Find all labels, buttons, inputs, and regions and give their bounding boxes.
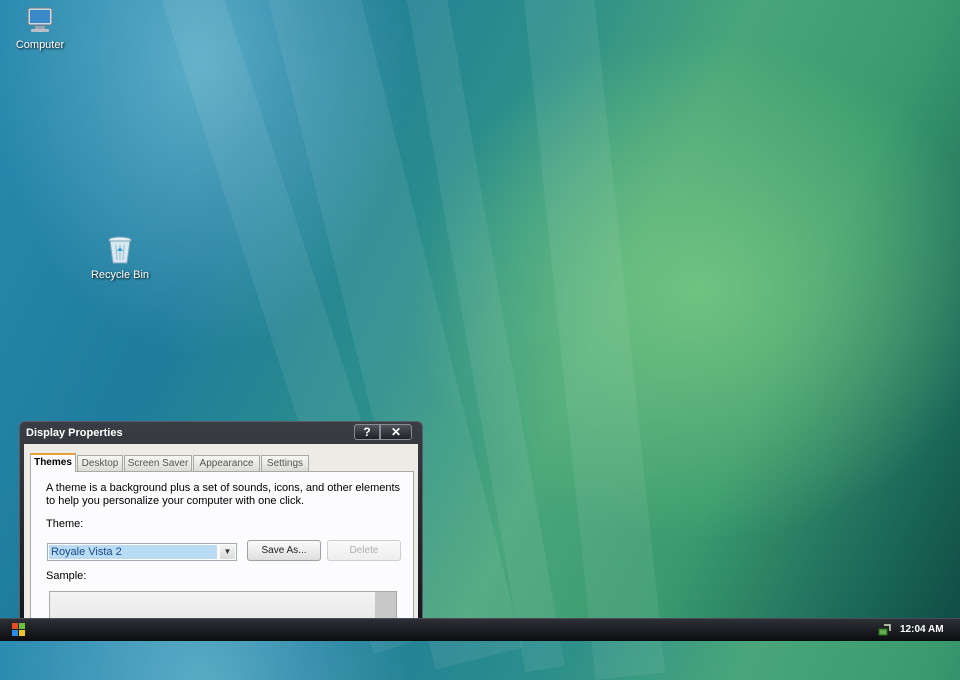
- desktop-icon-label: Recycle Bin: [90, 269, 150, 281]
- display-properties-window: Display Properties ? ✕ Themes Desktop Sc…: [19, 421, 423, 631]
- start-button[interactable]: [12, 623, 26, 637]
- delete-button[interactable]: Delete: [327, 540, 401, 561]
- window-title: Display Properties: [26, 427, 123, 439]
- windows-logo-icon: [12, 623, 25, 636]
- sample-label: Sample:: [46, 570, 87, 582]
- network-tray-icon[interactable]: [878, 623, 892, 637]
- close-button[interactable]: ✕: [380, 424, 412, 440]
- desktop-icon-computer[interactable]: Computer: [0, 4, 85, 51]
- taskbar: 12:04 AM: [0, 618, 960, 641]
- title-bar[interactable]: Display Properties ? ✕: [20, 422, 422, 444]
- theme-dropdown-value: Royale Vista 2: [49, 545, 217, 559]
- tab-screen-saver[interactable]: Screen Saver: [124, 455, 192, 471]
- theme-description: A theme is a background plus a set of so…: [46, 482, 401, 507]
- chevron-down-icon[interactable]: ▼: [220, 545, 235, 559]
- help-button[interactable]: ?: [354, 424, 380, 440]
- taskbar-clock[interactable]: 12:04 AM: [900, 624, 944, 635]
- desktop-icon-recycle-bin[interactable]: Recycle Bin: [75, 234, 165, 281]
- computer-icon: [24, 4, 56, 36]
- tab-appearance[interactable]: Appearance: [193, 455, 260, 471]
- themes-panel: A theme is a background plus a set of so…: [30, 471, 414, 631]
- tab-themes[interactable]: Themes: [30, 453, 76, 472]
- recycle-bin-icon: [104, 234, 136, 266]
- save-as-button[interactable]: Save As...: [247, 540, 321, 561]
- theme-label: Theme:: [46, 518, 84, 530]
- theme-dropdown[interactable]: Royale Vista 2 ▼: [47, 543, 237, 561]
- tab-desktop[interactable]: Desktop: [77, 455, 123, 471]
- tab-settings[interactable]: Settings: [261, 455, 309, 471]
- dialog-client-area: Themes Desktop Screen Saver Appearance S…: [24, 444, 418, 631]
- desktop-icon-label: Computer: [15, 39, 65, 51]
